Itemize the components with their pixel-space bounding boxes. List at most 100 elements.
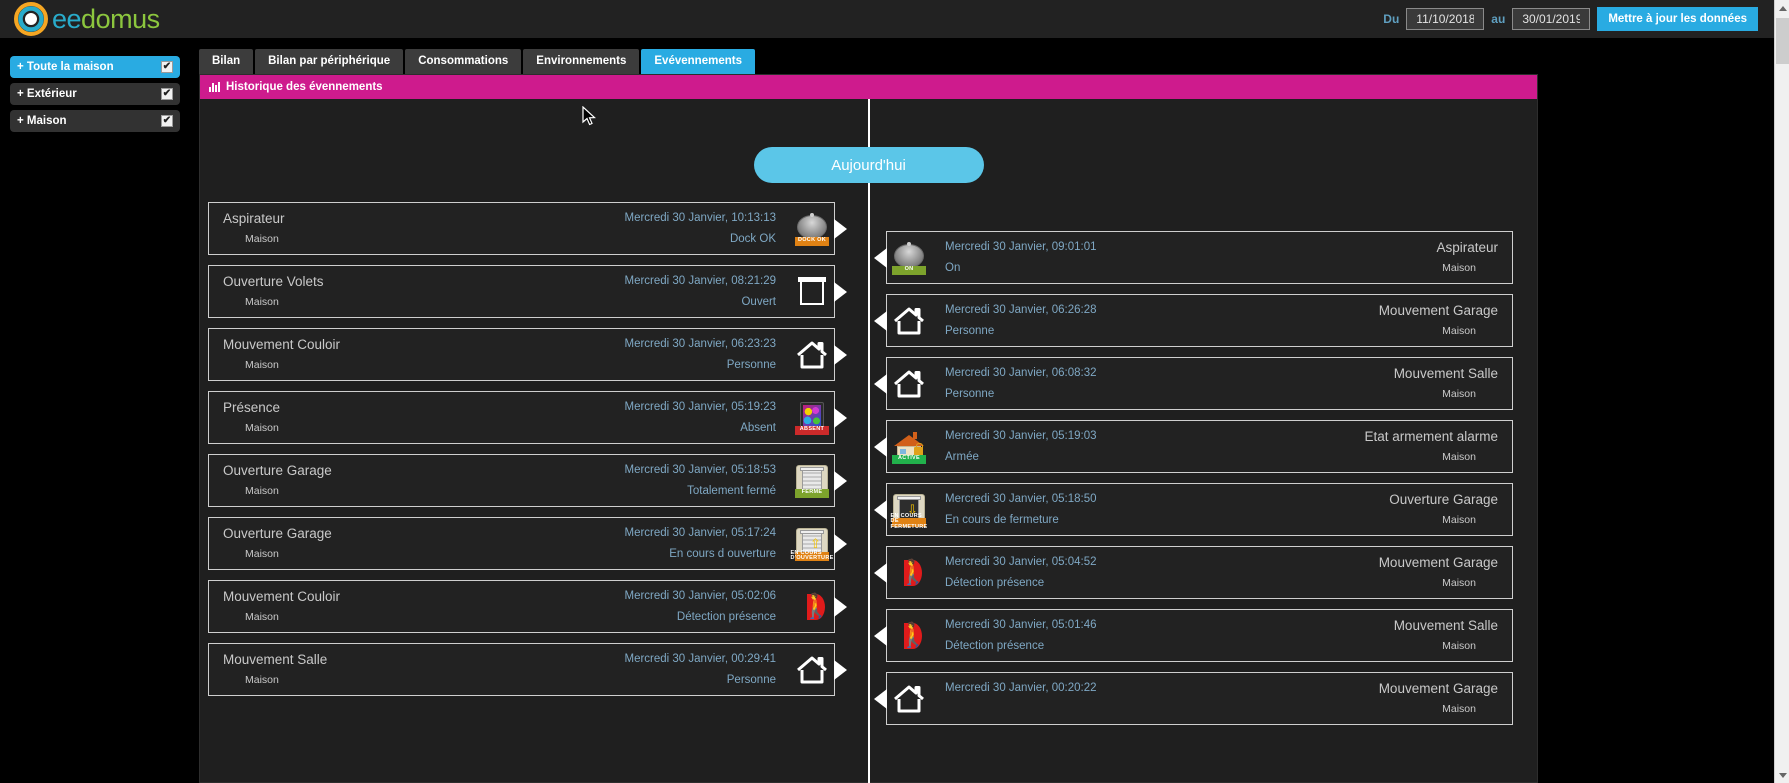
- events-timeline: Aujourd'hui Aspirateur Mercredi 30 Janvi…: [200, 99, 1537, 783]
- tab-consommations[interactable]: Consommations: [405, 49, 521, 75]
- event-row[interactable]: Ouverture Volets Mercredi 30 Janvier, 08…: [208, 265, 835, 318]
- event-state: Totalement fermé: [687, 485, 776, 497]
- event-room: Maison: [1442, 451, 1498, 463]
- brand-logo[interactable]: eedomus: [0, 2, 160, 36]
- event-row[interactable]: ON Mercredi 30 Janvier, 09:01:01 Aspirat…: [886, 231, 1513, 284]
- sidebar-item-toute-la-maison[interactable]: + Toute la maison ✔: [10, 56, 180, 78]
- event-timestamp: Mercredi 30 Janvier, 06:26:28: [945, 304, 1097, 316]
- icon-badge: ABSENT: [795, 426, 829, 435]
- event-icon-slot: 🚶: [887, 610, 931, 661]
- garage-closed-icon: FERME: [795, 464, 829, 498]
- event-icon-slot: [790, 644, 834, 695]
- mouse-cursor: [582, 106, 596, 131]
- event-texts: Aspirateur Mercredi 30 Janvier, 10:13:13…: [209, 203, 790, 254]
- to-label: au: [1491, 12, 1505, 26]
- sidebar-item-exterieur[interactable]: + Extérieur ✔: [10, 83, 180, 105]
- event-pointer: [874, 563, 887, 583]
- event-row[interactable]: Ouverture Garage Mercredi 30 Janvier, 05…: [208, 517, 835, 570]
- to-date-input[interactable]: [1512, 8, 1590, 30]
- tab-bilan-par-peripherique[interactable]: Bilan par périphérique: [255, 49, 403, 75]
- top-bar: eedomus Du au Mettre à jour les données: [0, 0, 1774, 38]
- event-row[interactable]: Présence Mercredi 30 Janvier, 05:19:23 M…: [208, 391, 835, 444]
- brand-ee: ee: [52, 4, 81, 34]
- event-timestamp: Mercredi 30 Janvier, 05:18:53: [624, 464, 776, 476]
- event-icon-slot: ACTIVE: [887, 421, 931, 472]
- vertical-scrollbar[interactable]: [1774, 0, 1789, 783]
- event-texts: Ouverture Volets Mercredi 30 Janvier, 08…: [209, 266, 790, 317]
- event-icon-slot: ON: [887, 232, 931, 283]
- icon-badge: ACTIVE: [892, 455, 926, 464]
- event-icon-slot: DOCK OK: [790, 203, 834, 254]
- event-row[interactable]: Mouvement Couloir Mercredi 30 Janvier, 0…: [208, 580, 835, 633]
- event-state: Ouvert: [741, 296, 776, 308]
- sidebar-item-maison[interactable]: + Maison ✔: [10, 110, 180, 132]
- sidebar-checkbox[interactable]: ✔: [161, 115, 173, 127]
- event-texts: Mercredi 30 Janvier, 00:20:22 Mouvement …: [931, 673, 1512, 724]
- event-row[interactable]: Ouverture Garage Mercredi 30 Janvier, 05…: [208, 454, 835, 507]
- shutter-icon: [795, 275, 829, 309]
- event-timestamp: Mercredi 30 Janvier, 00:20:22: [945, 682, 1097, 694]
- event-timestamp: Mercredi 30 Janvier, 05:19:03: [945, 430, 1097, 442]
- event-room: Maison: [1442, 325, 1498, 337]
- event-state: Armée: [945, 451, 979, 463]
- event-texts: Mouvement Salle Mercredi 30 Janvier, 00:…: [209, 644, 790, 695]
- today-marker[interactable]: Aujourd'hui: [754, 147, 984, 183]
- event-room: Maison: [223, 233, 279, 245]
- event-row[interactable]: ⇩ EN COURS DE FERMETURE Mercredi 30 Janv…: [886, 483, 1513, 536]
- scroll-up-icon[interactable]: [1775, 0, 1789, 16]
- event-state: Personne: [727, 674, 776, 686]
- event-state: Absent: [740, 422, 776, 434]
- event-room: Maison: [223, 674, 279, 686]
- event-texts: Présence Mercredi 30 Janvier, 05:19:23 M…: [209, 392, 790, 443]
- event-timestamp: Mercredi 30 Janvier, 05:01:46: [945, 619, 1097, 631]
- event-icon-slot: ABSENT: [790, 392, 834, 443]
- tab-environnements[interactable]: Environnements: [523, 49, 639, 75]
- event-row[interactable]: Mercredi 30 Janvier, 06:26:28 Mouvement …: [886, 294, 1513, 347]
- date-range-controls: Du au Mettre à jour les données: [1383, 7, 1774, 31]
- event-pointer: [834, 219, 847, 239]
- event-row[interactable]: 🚶 Mercredi 30 Janvier, 05:01:46 Mouvemen…: [886, 609, 1513, 662]
- icon-badge: EN COURS D'OUVERTURE: [795, 552, 829, 561]
- scrollbar-thumb[interactable]: [1776, 18, 1789, 64]
- event-row[interactable]: Mouvement Salle Mercredi 30 Janvier, 00:…: [208, 643, 835, 696]
- event-state: On: [945, 262, 960, 274]
- event-pointer: [834, 345, 847, 365]
- event-row[interactable]: ACTIVE Mercredi 30 Janvier, 05:19:03 Eta…: [886, 420, 1513, 473]
- icon-badge: FERME: [795, 489, 829, 498]
- sidebar-checkbox[interactable]: ✔: [161, 88, 173, 100]
- event-device-name: Ouverture Garage: [223, 463, 332, 478]
- event-row[interactable]: Mouvement Couloir Mercredi 30 Janvier, 0…: [208, 328, 835, 381]
- event-texts: Mercredi 30 Janvier, 06:26:28 Mouvement …: [931, 295, 1512, 346]
- event-room: Maison: [1442, 640, 1498, 652]
- event-row[interactable]: Mercredi 30 Janvier, 06:08:32 Mouvement …: [886, 357, 1513, 410]
- event-device-name: Etat armement alarme: [1364, 429, 1498, 444]
- tab-evenements[interactable]: Evévennements: [641, 49, 755, 75]
- event-texts: Mouvement Couloir Mercredi 30 Janvier, 0…: [209, 581, 790, 632]
- update-data-button[interactable]: Mettre à jour les données: [1597, 7, 1758, 31]
- phone-icon: ABSENT: [795, 401, 829, 435]
- event-texts: Ouverture Garage Mercredi 30 Janvier, 05…: [209, 518, 790, 569]
- event-room: Maison: [1442, 388, 1498, 400]
- event-row[interactable]: Aspirateur Mercredi 30 Janvier, 10:13:13…: [208, 202, 835, 255]
- event-timestamp: Mercredi 30 Janvier, 06:08:32: [945, 367, 1097, 379]
- event-pointer: [874, 689, 887, 709]
- event-pointer: [834, 660, 847, 680]
- scroll-down-icon[interactable]: [1775, 767, 1789, 783]
- house-outline-icon: [892, 367, 926, 401]
- garage-closing-icon: ⇩ EN COURS DE FERMETURE: [892, 493, 926, 527]
- event-device-name: Mouvement Salle: [1394, 366, 1498, 381]
- event-row[interactable]: Mercredi 30 Janvier, 00:20:22 Mouvement …: [886, 672, 1513, 725]
- event-row[interactable]: 🚶 Mercredi 30 Janvier, 05:04:52 Mouvemen…: [886, 546, 1513, 599]
- event-room: Maison: [1442, 703, 1498, 715]
- tab-bilan[interactable]: Bilan: [199, 49, 253, 75]
- event-pointer: [874, 374, 887, 394]
- from-date-input[interactable]: [1406, 8, 1484, 30]
- event-timestamp: Mercredi 30 Janvier, 08:21:29: [624, 275, 776, 287]
- sidebar-item-label: + Maison: [17, 115, 67, 127]
- panel-header: Historique des évennements: [200, 75, 1537, 99]
- sidebar-checkbox[interactable]: ✔: [161, 61, 173, 73]
- event-device-name: Mouvement Garage: [1379, 303, 1498, 318]
- event-texts: Mercredi 30 Janvier, 05:18:50 Ouverture …: [931, 484, 1512, 535]
- event-state: Personne: [945, 325, 994, 337]
- event-texts: Mercredi 30 Janvier, 06:08:32 Mouvement …: [931, 358, 1512, 409]
